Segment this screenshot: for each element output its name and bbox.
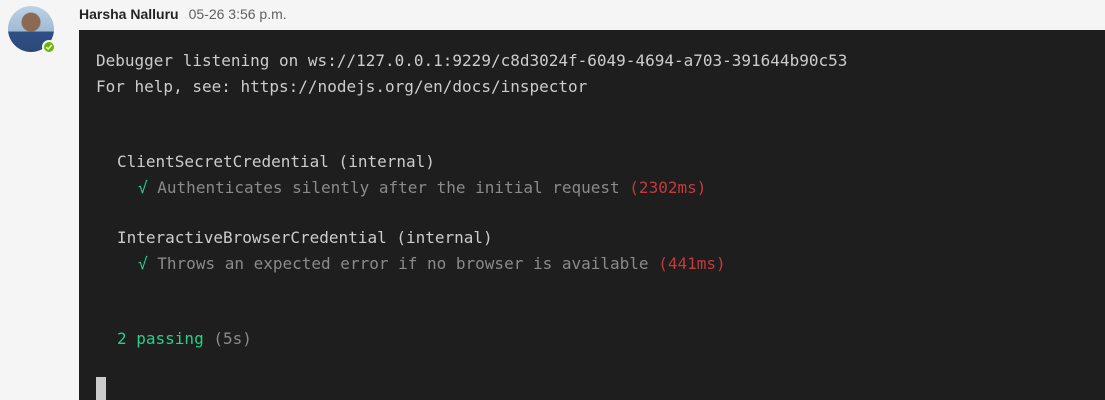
presence-available-icon (42, 40, 56, 54)
test-title: Authenticates silently after the initial… (157, 178, 620, 197)
total-time: (5s) (213, 329, 252, 348)
summary-line: 2 passing (5s) (117, 329, 252, 349)
debugger-line: Debugger listening on ws://127.0.0.1:922… (96, 51, 848, 70)
help-line: For help, see: https://nodejs.org/en/doc… (96, 77, 588, 96)
terminal-screenshot: Debugger listening on ws://127.0.0.1:922… (79, 30, 1105, 400)
passing-count: 2 passing (117, 329, 204, 348)
test-duration: (2302ms) (629, 178, 707, 197)
message-header: Harsha Nalluru 05-26 3:56 p.m. (79, 6, 287, 26)
message-timestamp: 05-26 3:56 p.m. (188, 6, 287, 22)
suite-name: ClientSecretCredential (internal) (117, 152, 435, 171)
test-result: √ Authenticates silently after the initi… (138, 178, 706, 198)
check-icon: √ (138, 178, 148, 197)
chat-message: Harsha Nalluru 05-26 3:56 p.m. Debugger … (0, 0, 1105, 400)
test-title: Throws an expected error if no browser i… (157, 254, 649, 273)
check-icon: √ (138, 254, 148, 273)
author-name[interactable]: Harsha Nalluru (79, 6, 179, 22)
test-duration: (441ms) (658, 254, 726, 273)
suite-name: InteractiveBrowserCredential (internal) (117, 228, 493, 247)
terminal-cursor (96, 377, 106, 400)
avatar[interactable] (8, 6, 56, 54)
test-result: √ Throws an expected error if no browser… (138, 254, 726, 274)
